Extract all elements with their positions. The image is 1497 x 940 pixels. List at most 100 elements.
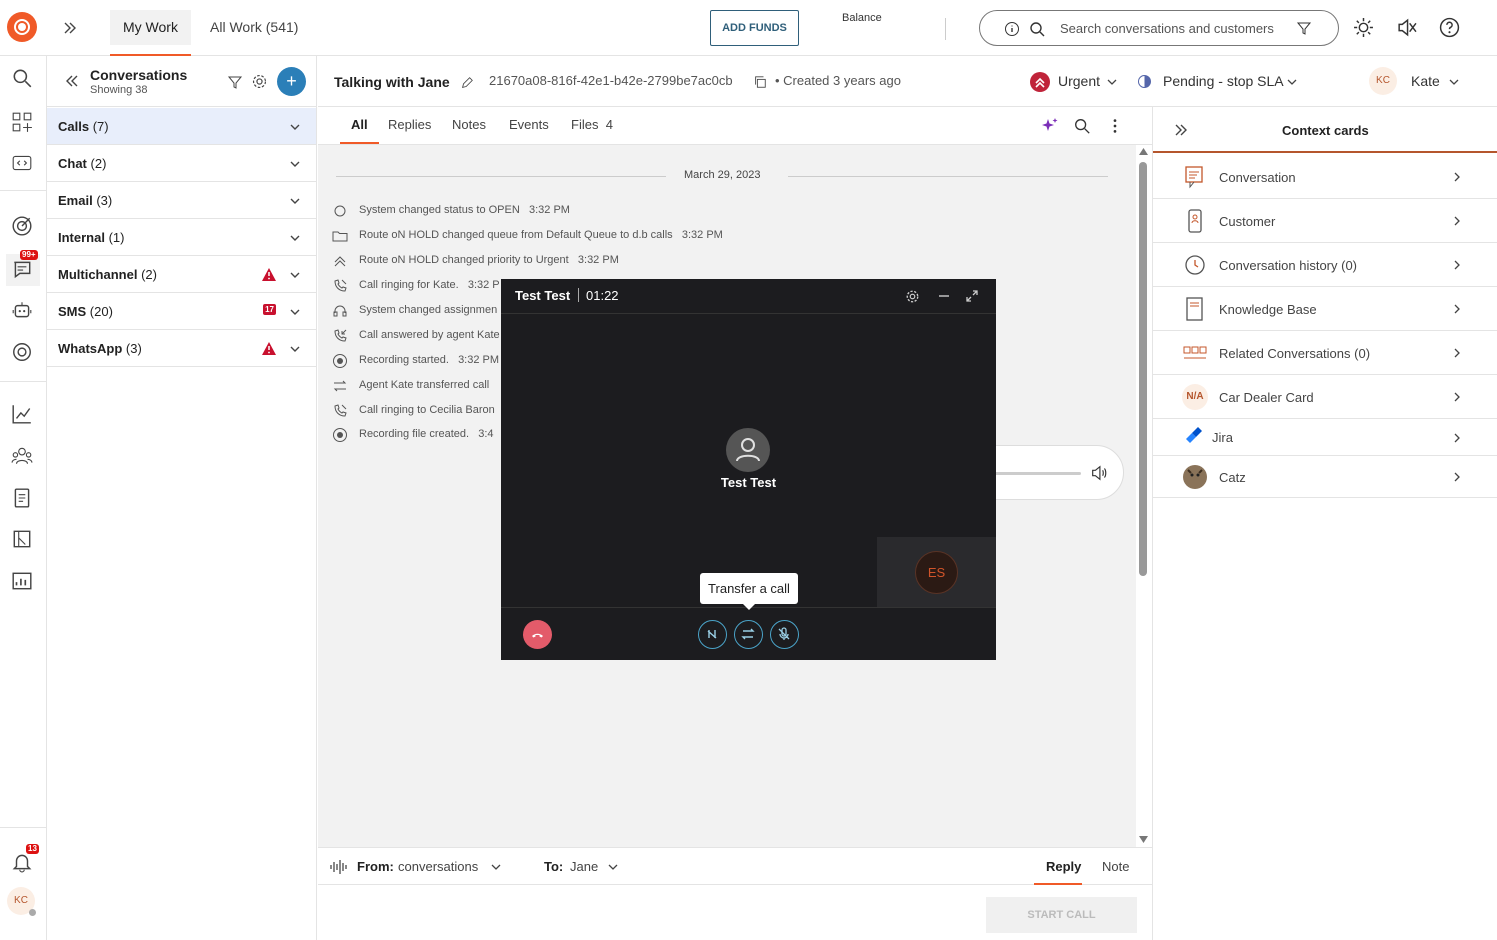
chevron-right-icon[interactable] (1452, 472, 1462, 482)
chevron-down-icon[interactable] (490, 861, 502, 873)
copy-icon[interactable] (753, 75, 767, 89)
chevron-down-icon[interactable] (1286, 76, 1298, 88)
tab-all[interactable]: All (340, 117, 379, 144)
conversation-group-calls[interactable]: Calls (7) (47, 108, 316, 145)
chevron-down-icon[interactable] (289, 306, 301, 318)
transfer-call-button[interactable] (734, 620, 763, 649)
conversation-group-email[interactable]: Email (3) (47, 182, 316, 219)
conversation-tabs: All Replies Notes Events Files 4 (318, 107, 1152, 145)
filter-icon[interactable] (227, 74, 243, 90)
timeline-scrollbar[interactable] (1136, 145, 1151, 847)
conversations-count: Showing 38 (90, 84, 148, 96)
event-time: 3:32 PM (577, 254, 619, 266)
hangup-button[interactable] (523, 620, 552, 649)
expand-nav-icon[interactable] (62, 20, 78, 36)
group-count: (2) (90, 156, 107, 171)
analytics-icon[interactable] (11, 403, 33, 425)
chevron-right-icon[interactable] (1452, 348, 1462, 358)
chevron-down-icon[interactable] (289, 158, 301, 170)
chevron-right-icon[interactable] (1452, 172, 1462, 182)
context-card-car-dealer-card[interactable]: N/A Car Dealer Card (1153, 375, 1497, 419)
note-tab[interactable]: Note (1102, 859, 1129, 874)
ai-sparkle-icon[interactable] (1040, 116, 1060, 136)
conversations-icon[interactable] (11, 258, 33, 280)
chevron-down-icon[interactable] (289, 343, 301, 355)
conversation-group-internal[interactable]: Internal (1) (47, 219, 316, 256)
call-settings-icon[interactable] (905, 289, 920, 304)
tab-my-work[interactable]: My Work (110, 10, 191, 56)
dashboard-icon[interactable] (11, 570, 33, 592)
collapse-panel-icon[interactable] (1173, 122, 1189, 138)
collapse-icon[interactable] (64, 73, 80, 89)
apps-icon[interactable] (11, 111, 33, 133)
chevron-down-icon[interactable] (289, 195, 301, 207)
context-card-conversation-history-0[interactable]: Conversation history (0) (1153, 243, 1497, 287)
conversation-group-sms[interactable]: SMS (20) 17 (47, 293, 316, 330)
context-card-customer[interactable]: Customer (1153, 199, 1497, 243)
search-input[interactable]: Search conversations and customers (1060, 21, 1274, 36)
agent-select[interactable]: Kate (1411, 73, 1440, 89)
book-icon (1186, 297, 1203, 321)
chevron-right-icon[interactable] (1452, 433, 1462, 443)
tab-replies[interactable]: Replies (388, 117, 431, 132)
code-icon[interactable] (11, 152, 33, 174)
help-icon[interactable] (1439, 17, 1460, 38)
to-select[interactable]: Jane (570, 859, 598, 874)
more-menu-icon[interactable] (1106, 117, 1124, 135)
sun-icon[interactable] (1353, 17, 1374, 38)
chevron-down-icon[interactable] (289, 121, 301, 133)
expand-icon[interactable] (965, 289, 979, 303)
chevron-right-icon[interactable] (1452, 392, 1462, 402)
filter-icon[interactable] (1296, 20, 1312, 36)
document-icon[interactable] (11, 487, 33, 509)
search-icon[interactable] (11, 67, 33, 89)
info-icon[interactable] (1004, 21, 1020, 37)
add-funds-button[interactable]: ADD FUNDS (710, 10, 799, 46)
context-card-knowledge-base[interactable]: Knowledge Base (1153, 287, 1497, 331)
hold-button[interactable] (698, 620, 727, 649)
status-select[interactable]: Pending - stop SLA (1163, 73, 1284, 89)
chevron-right-icon[interactable] (1452, 260, 1462, 270)
conversation-title[interactable]: Talking with Jane (334, 74, 450, 90)
team-icon[interactable] (11, 445, 33, 467)
bot-icon[interactable] (11, 299, 33, 321)
app-logo[interactable] (7, 12, 37, 42)
report-icon[interactable] (11, 528, 33, 550)
conversation-group-whatsapp[interactable]: WhatsApp (3) (47, 330, 316, 367)
minimize-icon[interactable] (937, 289, 951, 303)
tab-notes[interactable]: Notes (452, 117, 486, 132)
tab-events[interactable]: Events (509, 117, 549, 132)
from-select[interactable]: conversations (398, 859, 478, 874)
priority-select[interactable]: Urgent (1058, 73, 1100, 89)
mute-mic-button[interactable] (770, 620, 799, 649)
conversation-group-chat[interactable]: Chat (2) (47, 145, 316, 182)
chevron-down-icon[interactable] (289, 232, 301, 244)
new-conversation-button[interactable]: + (277, 67, 306, 96)
volume-icon[interactable] (1090, 464, 1108, 482)
conversation-group-multichannel[interactable]: Multichannel (2) (47, 256, 316, 293)
search-icon[interactable] (1073, 117, 1091, 135)
event-text: Agent Kate transferred call (359, 379, 495, 391)
context-card-catz[interactable]: Catz (1153, 456, 1497, 498)
target-icon[interactable] (11, 215, 33, 237)
context-card-jira[interactable]: Jira (1153, 419, 1497, 456)
tab-all-work[interactable]: All Work (541) (197, 10, 311, 45)
chevron-right-icon[interactable] (1452, 304, 1462, 314)
scrollbar-thumb[interactable] (1139, 162, 1147, 576)
context-card-conversation[interactable]: Conversation (1153, 155, 1497, 199)
chevron-down-icon[interactable] (607, 861, 619, 873)
chevron-right-icon[interactable] (1452, 216, 1462, 226)
edit-icon[interactable] (460, 76, 474, 90)
context-card-related-conversations-0[interactable]: Related Conversations (0) (1153, 331, 1497, 375)
chevron-down-icon[interactable] (1106, 76, 1118, 88)
chevron-down-icon[interactable] (289, 269, 301, 281)
openai-icon[interactable] (11, 341, 33, 363)
tab-files[interactable]: Files 4 (571, 117, 613, 132)
chevron-down-icon[interactable] (1448, 76, 1460, 88)
settings-icon[interactable] (251, 73, 268, 90)
bell-icon[interactable] (11, 851, 33, 873)
reply-tab[interactable]: Reply (1046, 859, 1081, 874)
start-call-button[interactable]: START CALL (986, 897, 1137, 933)
mute-icon[interactable] (1396, 17, 1417, 38)
search-box[interactable]: Search conversations and customers (979, 10, 1339, 46)
